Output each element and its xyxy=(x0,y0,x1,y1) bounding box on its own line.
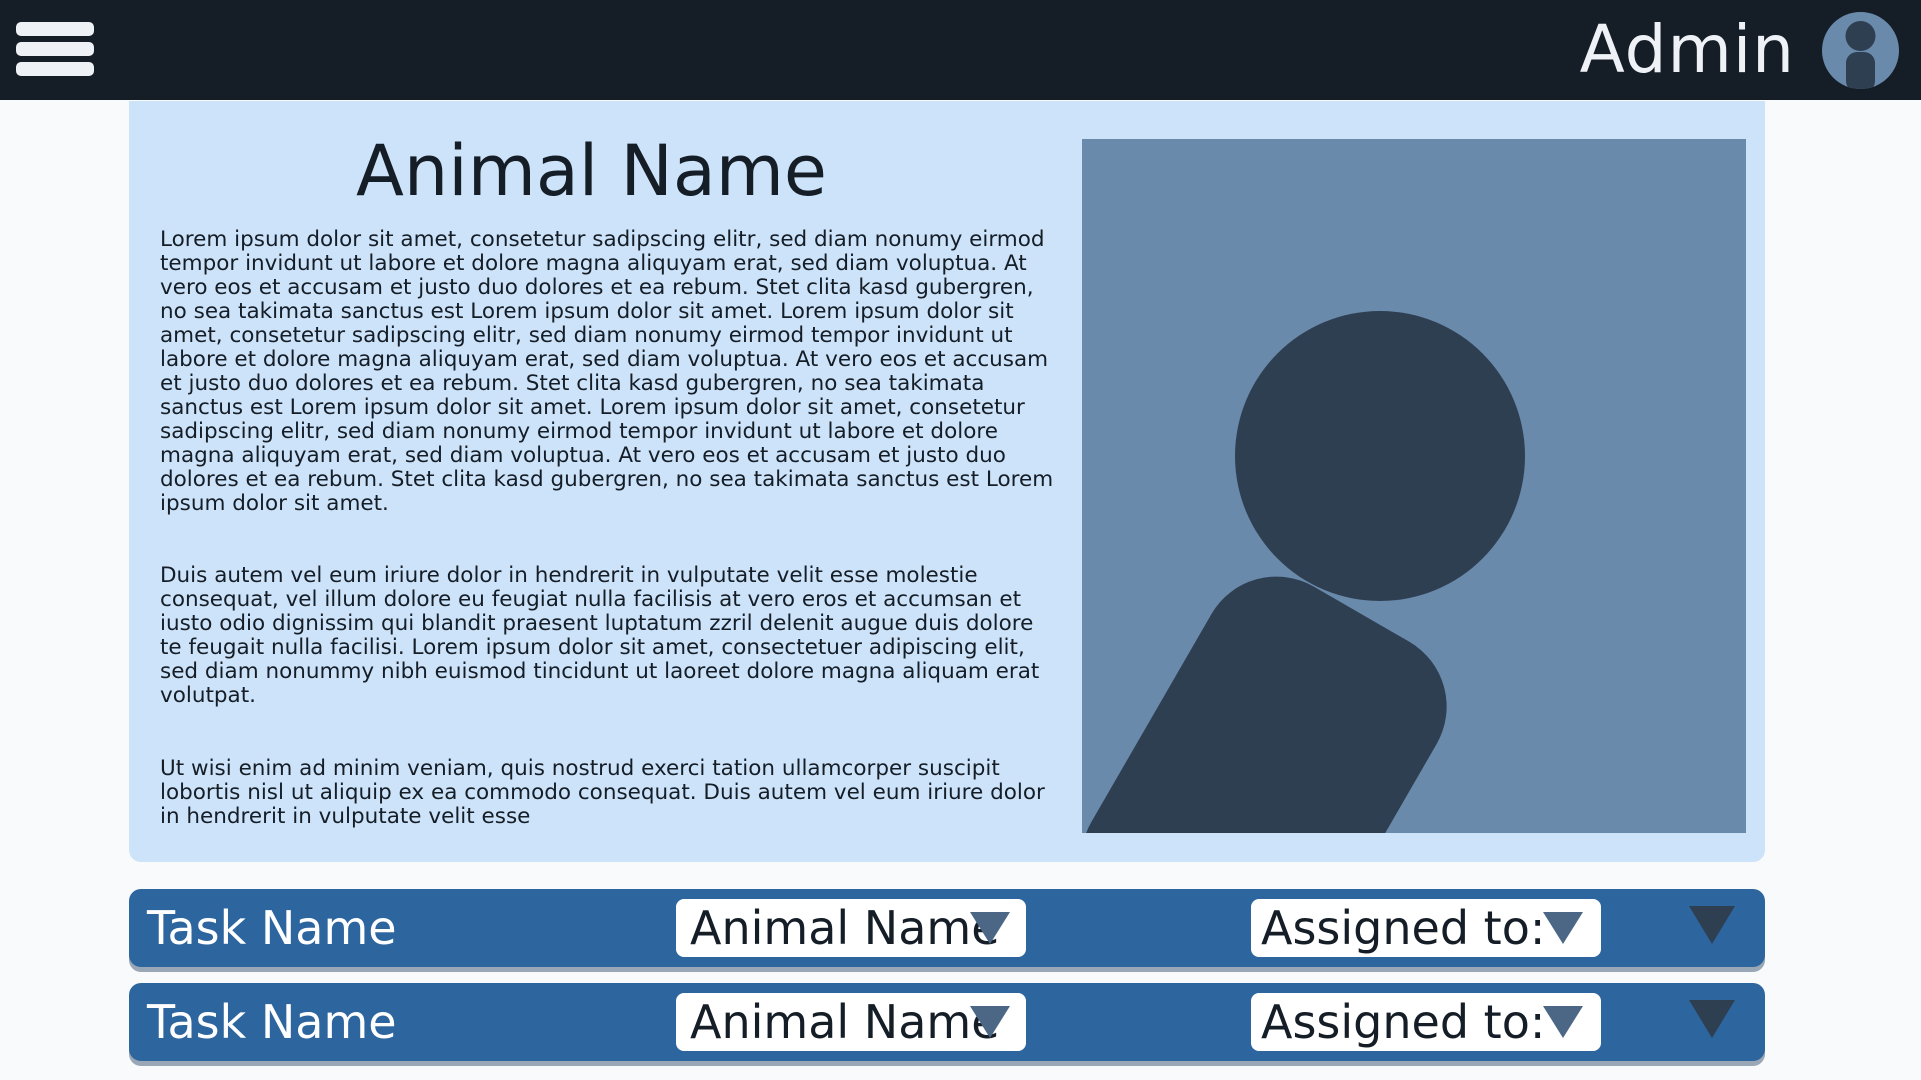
expand-row-icon[interactable] xyxy=(1687,904,1737,948)
top-bar: Admin xyxy=(0,0,1921,100)
person-placeholder-icon xyxy=(1082,311,1525,833)
assignee-select-value: Assigned to: xyxy=(1261,995,1546,1049)
animal-select[interactable]: Animal Name xyxy=(676,993,1026,1051)
task-row[interactable]: Task Name Animal Name Assigned to: xyxy=(129,983,1765,1061)
description-paragraph-2: Duis autem vel eum iriure dolor in hendr… xyxy=(160,563,1040,708)
animal-select-value: Animal Name xyxy=(690,995,1000,1049)
chevron-down-icon xyxy=(970,1006,1010,1038)
menu-line xyxy=(16,42,94,56)
animal-select-value: Animal Name xyxy=(690,901,1000,955)
task-name: Task Name xyxy=(147,901,397,955)
chevron-down-icon xyxy=(1543,1006,1583,1038)
assignee-select-value: Assigned to: xyxy=(1261,901,1546,955)
expand-row-icon[interactable] xyxy=(1687,998,1737,1042)
menu-line xyxy=(16,22,94,36)
description-paragraph-3: Ut wisi enim ad minim veniam, quis nostr… xyxy=(160,756,1045,829)
task-name: Task Name xyxy=(147,995,397,1049)
menu-line xyxy=(16,62,94,76)
task-row[interactable]: Task Name Animal Name Assigned to: xyxy=(129,889,1765,967)
user-avatar-icon[interactable] xyxy=(1822,12,1899,89)
description-paragraph-1: Lorem ipsum dolor sit amet, consetetur s… xyxy=(160,227,1054,516)
user-name[interactable]: Admin xyxy=(1580,12,1795,88)
hamburger-menu-icon[interactable] xyxy=(16,22,94,78)
chevron-down-icon xyxy=(1543,912,1583,944)
animal-select[interactable]: Animal Name xyxy=(676,899,1026,957)
animal-photo-placeholder xyxy=(1082,139,1746,833)
assignee-select[interactable]: Assigned to: xyxy=(1251,993,1601,1051)
assignee-select[interactable]: Assigned to: xyxy=(1251,899,1601,957)
animal-name-title: Animal Name xyxy=(356,130,827,212)
chevron-down-icon xyxy=(970,912,1010,944)
